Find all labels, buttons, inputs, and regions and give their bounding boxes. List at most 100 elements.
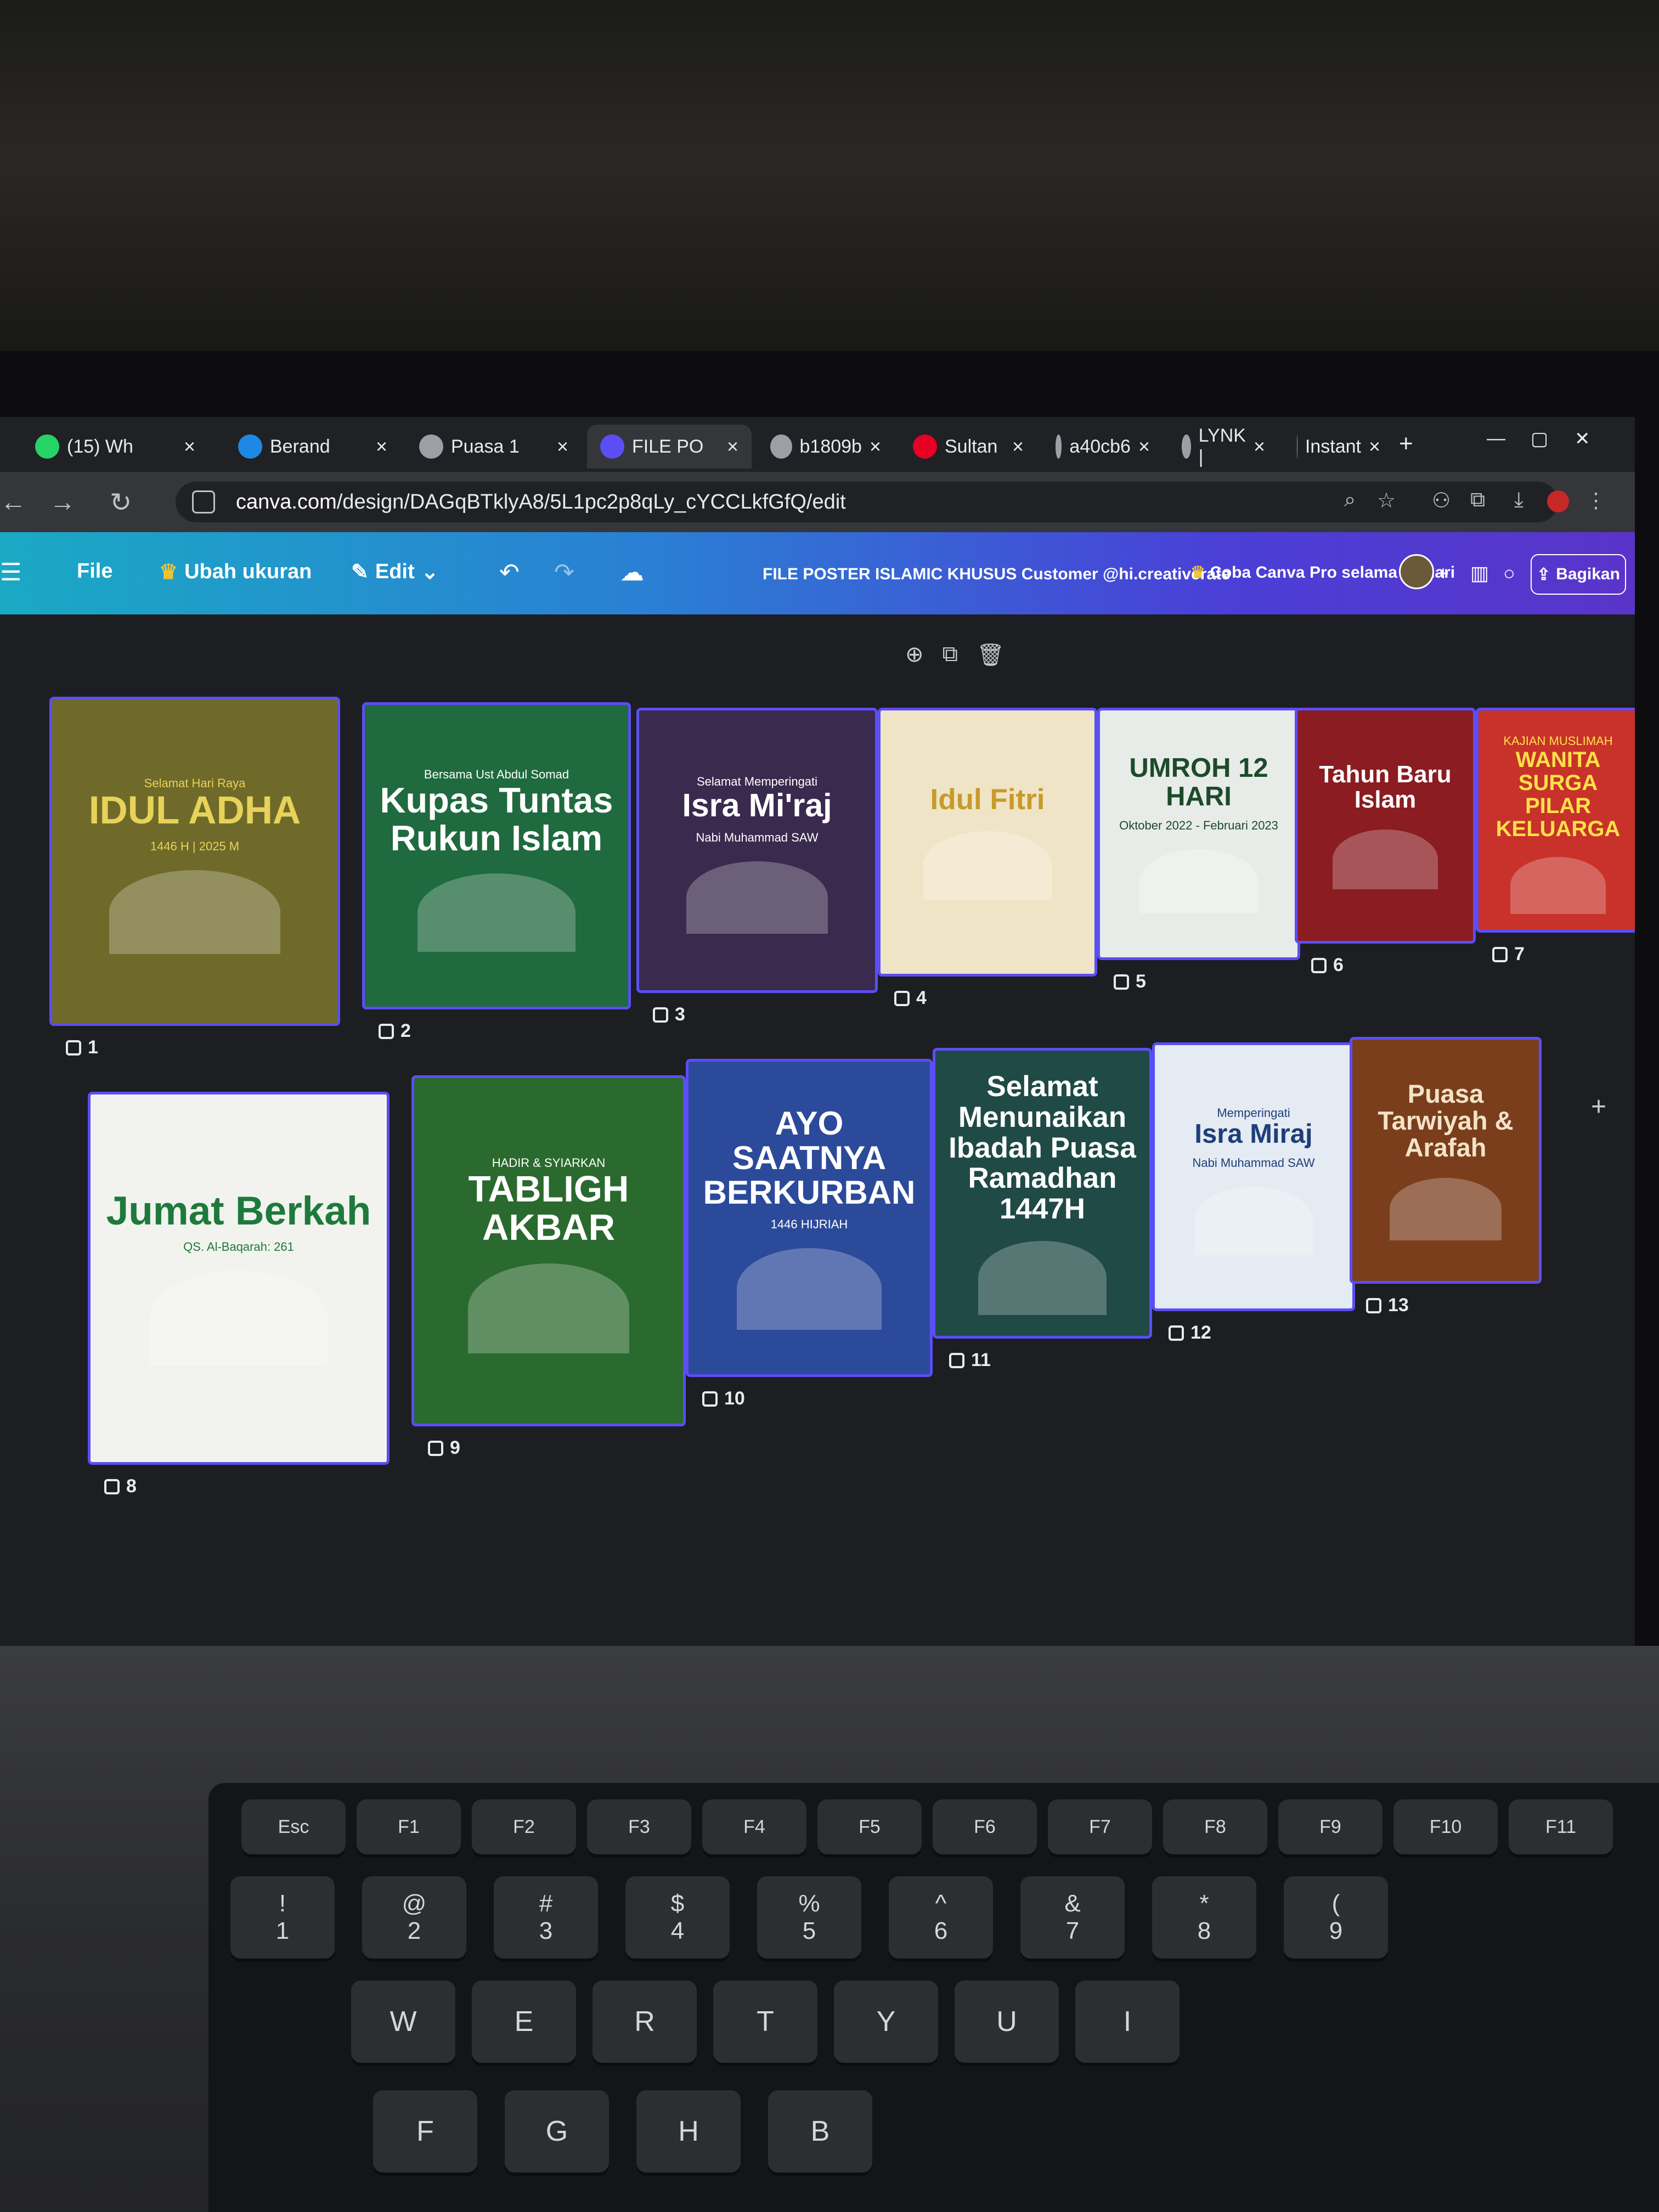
page-number: 7 xyxy=(1492,944,1525,965)
minimize-icon[interactable]: — xyxy=(1487,428,1505,449)
address-bar-row: ← → ↻ canva.com/design/DAGqBTklyA8/5L1pc… xyxy=(0,472,1635,532)
poster-image xyxy=(923,831,1052,900)
file-menu-button[interactable]: File xyxy=(77,560,112,583)
poster-subtitle: QS. Al-Baqarah: 261 xyxy=(183,1240,294,1254)
page-note-icon xyxy=(653,1007,668,1023)
undo-icon[interactable]: ↶ xyxy=(499,558,520,586)
back-icon[interactable]: ← xyxy=(0,487,26,517)
comment-icon[interactable]: ○ xyxy=(1503,562,1515,585)
key-number: 9 xyxy=(1329,1917,1343,1944)
zoom-icon[interactable]: ⌕ xyxy=(1344,488,1356,512)
page-thumbnail[interactable]: Puasa Tarwiyah & Arafah xyxy=(1350,1037,1542,1284)
page-thumbnail[interactable]: Selamat Menunaikan Ibadah Puasa Ramadhan… xyxy=(933,1048,1152,1339)
key-number: 3 xyxy=(539,1917,553,1944)
forward-icon[interactable]: → xyxy=(49,487,76,517)
page-thumbnail[interactable]: Jumat Berkah QS. Al-Baqarah: 261 xyxy=(88,1092,390,1465)
cloud-saved-icon[interactable]: ☁ xyxy=(620,558,644,586)
bookmark-star-icon[interactable]: ☆ xyxy=(1377,488,1396,513)
hamburger-menu-icon[interactable]: ☰ xyxy=(0,558,21,586)
close-tab-icon[interactable]: × xyxy=(1012,435,1024,458)
keyboard-key: @2 xyxy=(362,1876,466,1959)
profile-icon[interactable] xyxy=(1547,490,1569,512)
page-thumbnail[interactable]: Idul Fitri xyxy=(878,708,1097,977)
background-wall xyxy=(0,0,1659,395)
close-tab-icon[interactable]: × xyxy=(184,435,195,458)
delete-page-icon[interactable]: 🗑 xyxy=(977,642,1005,668)
browser-tab[interactable]: Instant × xyxy=(1284,425,1393,469)
redo-icon[interactable]: ↷ xyxy=(554,558,574,586)
close-tab-icon[interactable]: × xyxy=(1138,435,1150,458)
browser-tab[interactable]: Sultan × xyxy=(900,425,1037,469)
page-number: 11 xyxy=(949,1350,991,1371)
keyboard-well: Esc F1 F2 F3 F4 F5 F6 F7 F8 F9 F10 F11! 1 @2 #3 $4% 5 ^ 6 &… xyxy=(208,1783,1659,2212)
keyboard-key: G xyxy=(505,2090,609,2172)
browser-tab[interactable]: Puasa 1 × xyxy=(406,425,582,469)
page-thumbnail[interactable]: Memperingati Isra Miraj Nabi Muhammad SAW xyxy=(1152,1042,1355,1311)
page-number-label: 13 xyxy=(1388,1295,1409,1316)
resize-button[interactable]: ♛ Ubah ukuran xyxy=(159,560,312,584)
add-page-plus-icon[interactable]: + xyxy=(1591,1092,1606,1122)
tab-label: a40cb6 xyxy=(1069,436,1131,457)
close-tab-icon[interactable]: × xyxy=(727,435,738,458)
browser-tab[interactable]: Berand × xyxy=(225,425,400,469)
document-title[interactable]: FILE POSTER ISLAMIC KHUSUS Customer @hi.… xyxy=(763,565,1231,584)
keyboard-key: F1 xyxy=(357,1799,461,1854)
reload-icon[interactable]: ↻ xyxy=(110,487,132,518)
page-number: 4 xyxy=(894,988,927,1009)
browser-tab[interactable]: LYNK | × xyxy=(1169,425,1278,469)
page-number-label: 5 xyxy=(1136,971,1146,992)
page-thumbnail[interactable]: KAJIAN MUSLIMAH WANITA SURGA PILAR KELUAR… xyxy=(1476,708,1635,933)
page-thumbnail[interactable]: Tahun Baru Islam xyxy=(1295,708,1476,944)
key-number: 2 xyxy=(407,1917,421,1944)
new-tab-button[interactable]: + xyxy=(1399,430,1413,458)
poster-title: Jumat Berkah xyxy=(106,1188,371,1233)
page-note-icon xyxy=(1311,957,1327,973)
keyboard-key: F6 xyxy=(933,1799,1037,1854)
page-number: 3 xyxy=(653,1004,685,1025)
canva-icon xyxy=(600,435,624,459)
close-tab-icon[interactable]: × xyxy=(870,435,881,458)
tab-label: Puasa 1 xyxy=(451,436,520,457)
key-symbol: & xyxy=(1064,1890,1081,1917)
add-collaborator-icon[interactable]: + xyxy=(1437,562,1449,585)
close-tab-icon[interactable]: × xyxy=(557,435,568,458)
close-tab-icon[interactable]: × xyxy=(1369,435,1380,458)
keyboard-key: U xyxy=(955,1980,1059,2063)
edit-button[interactable]: ✎ Edit ⌄ xyxy=(351,560,438,584)
browser-tab[interactable]: b1809b × xyxy=(757,425,894,469)
browser-tab[interactable]: a40cb6 × xyxy=(1042,425,1163,469)
browser-tab[interactable]: (15) Wh × xyxy=(22,425,208,469)
browser-tab-strip: + — ▢ ✕ (15) Wh × Berand × Puasa 1 × FILE PO × b… xyxy=(0,417,1635,472)
close-window-icon[interactable]: ✕ xyxy=(1575,428,1590,450)
key-symbol: % xyxy=(798,1890,820,1917)
avatar[interactable] xyxy=(1399,554,1434,589)
download-icon[interactable]: ⤓ xyxy=(1514,488,1523,512)
poster-image xyxy=(1139,849,1258,913)
share-button[interactable]: ⇪ Bagikan xyxy=(1531,554,1626,595)
browser-tab[interactable]: FILE PO × xyxy=(587,425,752,469)
page-thumbnail[interactable]: Selamat Hari Raya IDUL ADHA 1446 H | 2025 … xyxy=(49,697,340,1026)
page-thumbnail[interactable]: AYO SAATNYA BERKURBAN 1446 HIJRIAH xyxy=(686,1059,933,1377)
poster-subtitle: 1446 HIJRIAH xyxy=(770,1217,848,1232)
page-number-label: 12 xyxy=(1190,1322,1211,1343)
maximize-icon[interactable]: ▢ xyxy=(1531,428,1548,450)
page-number: 10 xyxy=(702,1388,745,1409)
poster-title: Puasa Tarwiyah & Arafah xyxy=(1378,1079,1514,1163)
page-thumbnail[interactable]: HADIR & SYIARKAN TABLIGH AKBAR xyxy=(411,1075,686,1426)
page-thumbnail[interactable]: Bersama Ust Abdul Somad Kupas Tuntas Ruku… xyxy=(362,702,631,1009)
page-thumbnail[interactable]: UMROH 12 HARI Oktober 2022 - Februari 202… xyxy=(1097,708,1300,960)
keyboard-key: F11 xyxy=(1509,1799,1613,1854)
site-settings-icon[interactable] xyxy=(192,490,215,514)
page-thumbnail[interactable]: Selamat Memperingati Isra Mi'raj Nabi Muha… xyxy=(636,708,878,993)
close-tab-icon[interactable]: × xyxy=(376,435,387,458)
extension-icon[interactable]: ⚇ xyxy=(1432,488,1451,513)
insights-chart-icon[interactable]: ▥ xyxy=(1470,562,1489,585)
page-note-icon xyxy=(1366,1297,1381,1313)
add-page-icon[interactable]: ⊕ xyxy=(905,642,924,668)
duplicate-page-icon[interactable]: ⧉ xyxy=(943,642,958,668)
menu-dots-icon[interactable]: ⋮ xyxy=(1585,488,1606,513)
puzzle-icon[interactable]: ⧉ xyxy=(1470,488,1485,512)
poster-image xyxy=(1510,857,1606,914)
keyboard-key: ! 1 xyxy=(230,1876,335,1959)
close-tab-icon[interactable]: × xyxy=(1254,435,1265,458)
